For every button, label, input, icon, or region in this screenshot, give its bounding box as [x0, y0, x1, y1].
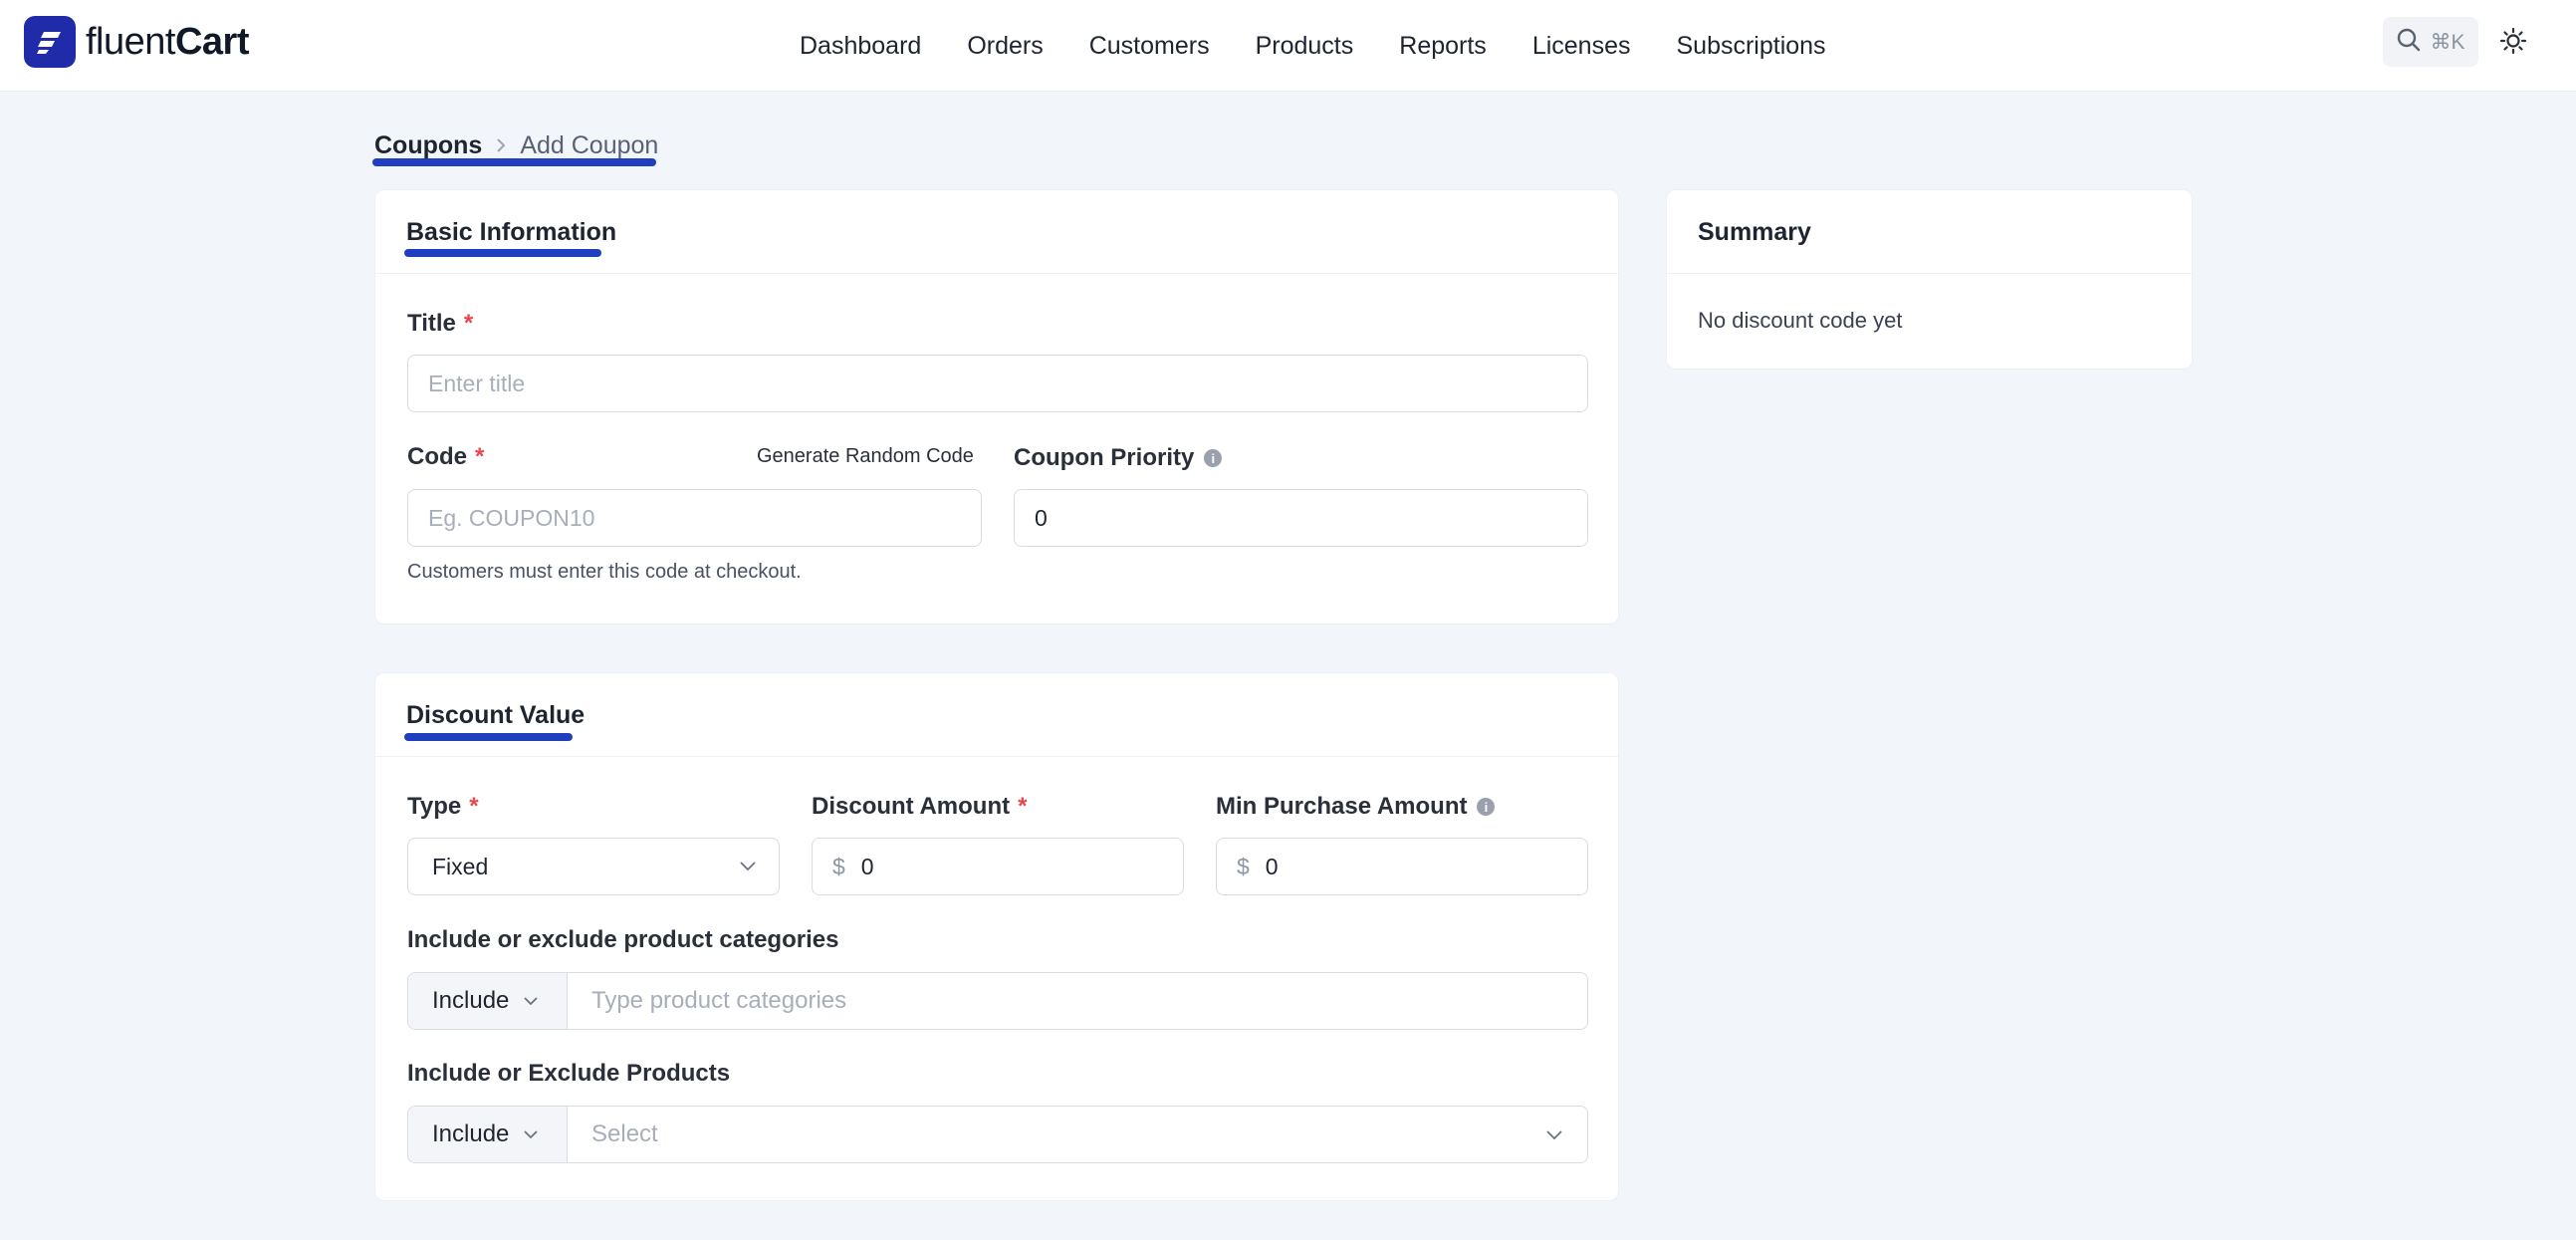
nav-products[interactable]: Products — [1233, 32, 1377, 61]
fluentcart-logo-icon — [24, 16, 76, 68]
chevron-down-icon — [1545, 1129, 1563, 1141]
currency-prefix: $ — [1237, 853, 1250, 879]
nav-customers[interactable]: Customers — [1066, 32, 1233, 61]
breadcrumb-coupons-link[interactable]: Coupons — [374, 131, 482, 160]
logo-text: fluentCart — [86, 20, 250, 63]
theme-toggle-button[interactable] — [2495, 25, 2531, 61]
top-bar: fluentCart Dashboard Orders Customers Pr… — [0, 0, 2576, 92]
currency-prefix: $ — [832, 853, 845, 879]
nav-subscriptions[interactable]: Subscriptions — [1653, 32, 1848, 61]
min-purchase-label: Min Purchase Amount i — [1216, 793, 1496, 821]
breadcrumb-current: Add Coupon — [520, 130, 659, 159]
discount-value-card: Discount Value Type * Fixed Discount Amou… — [374, 672, 1619, 1201]
nav-licenses[interactable]: Licenses — [1510, 32, 1654, 61]
title-input[interactable]: Enter title — [407, 355, 1588, 412]
nav-orders[interactable]: Orders — [944, 32, 1065, 61]
search-icon — [2396, 27, 2422, 58]
discount-amount-label: Discount Amount * — [812, 793, 1028, 820]
code-input[interactable]: Eg. COUPON10 — [407, 489, 982, 547]
sun-icon — [2499, 27, 2527, 60]
categories-mode-select[interactable]: Include — [408, 973, 568, 1029]
title-highlight — [404, 249, 601, 257]
generate-random-code-button[interactable]: Generate Random Code — [757, 445, 974, 468]
discount-value-title: Discount Value — [406, 701, 585, 729]
products-filter: Include Select — [407, 1106, 1588, 1163]
info-icon[interactable]: i — [1204, 449, 1223, 467]
info-icon[interactable]: i — [1477, 798, 1496, 816]
discount-amount-input[interactable]: $ 0 — [812, 838, 1184, 895]
categories-label: Include or exclude product categories — [407, 926, 839, 953]
card-header: Basic Information — [375, 190, 1618, 274]
search-shortcut: ⌘K — [2430, 30, 2465, 54]
chevron-down-icon — [523, 996, 539, 1006]
coupon-priority-input[interactable]: 0 — [1014, 489, 1588, 547]
coupon-priority-label: Coupon Priority i — [1014, 444, 1223, 472]
min-purchase-input[interactable]: $ 0 — [1216, 838, 1588, 895]
nav-dashboard[interactable]: Dashboard — [777, 32, 944, 61]
products-mode-select[interactable]: Include — [408, 1107, 568, 1162]
search-button[interactable]: ⌘K — [2383, 17, 2478, 67]
nav-reports[interactable]: Reports — [1376, 32, 1510, 61]
basic-information-card: Basic Information Title * Enter title Cod… — [374, 189, 1619, 624]
chevron-down-icon — [523, 1129, 539, 1139]
chevron-down-icon — [739, 861, 757, 872]
code-help-text: Customers must enter this code at checko… — [407, 561, 802, 583]
card-header: Summary — [1667, 190, 2192, 274]
breadcrumb-highlight — [372, 158, 656, 166]
products-select[interactable]: Select — [568, 1107, 1587, 1162]
basic-information-title: Basic Information — [406, 218, 617, 246]
type-select[interactable]: Fixed — [407, 838, 780, 895]
summary-title: Summary — [1698, 218, 1811, 246]
summary-card: Summary No discount code yet — [1666, 189, 2193, 370]
products-label: Include or Exclude Products — [407, 1060, 731, 1087]
code-label: Code * — [407, 443, 485, 470]
chevron-right-icon — [494, 136, 508, 154]
summary-empty-text: No discount code yet — [1698, 308, 1903, 333]
categories-filter: Include Type product categories — [407, 972, 1588, 1030]
categories-input[interactable]: Type product categories — [568, 973, 1587, 1029]
card-header: Discount Value — [375, 673, 1618, 757]
app-logo[interactable]: fluentCart — [24, 15, 250, 69]
main-nav: Dashboard Orders Customers Products Repo… — [777, 0, 1849, 92]
title-label: Title * — [407, 310, 474, 337]
title-highlight — [404, 733, 573, 741]
type-label: Type * — [407, 793, 479, 820]
